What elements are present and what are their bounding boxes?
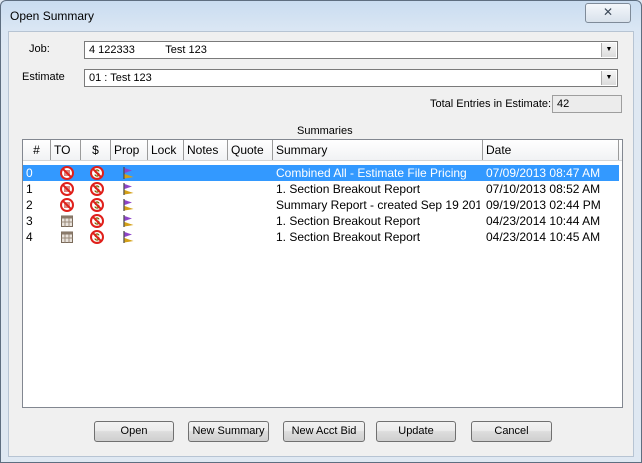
prohibited-dollar-icon: $ xyxy=(90,230,104,244)
update-button[interactable]: Update xyxy=(376,421,456,442)
job-value: 4 122333 Test 123 xyxy=(89,44,207,56)
close-icon: ✕ xyxy=(602,5,614,19)
calendar-icon xyxy=(60,230,74,244)
flag-icon xyxy=(121,166,135,180)
flag-icon xyxy=(121,182,135,196)
estimate-value: 01 : Test 123 xyxy=(89,72,152,84)
estimate-label: Estimate xyxy=(22,71,65,83)
row-number: 1 xyxy=(26,182,33,196)
cancel-button[interactable]: Cancel xyxy=(471,421,552,442)
prohibited-dollar-icon: $ xyxy=(90,214,104,228)
row-number: 2 xyxy=(26,198,33,212)
prohibited-dollar-icon: $ xyxy=(90,166,104,180)
list-header: # TO $ Prop Lock Notes Quote Summary Dat… xyxy=(23,140,622,161)
row-date: 09/19/2013 02:44 PM xyxy=(486,198,601,212)
prohibited-dollar-icon: $ xyxy=(90,182,104,196)
column-header-number[interactable]: # xyxy=(23,140,51,160)
table-row[interactable]: 3 $1. Section Breakout Report 04/23/2014 1… xyxy=(23,213,619,229)
new-summary-button[interactable]: New Summary xyxy=(188,421,269,442)
column-header-dollar[interactable]: $ xyxy=(81,140,111,160)
column-header-quote[interactable]: Quote xyxy=(228,140,273,160)
row-number: 3 xyxy=(26,214,33,228)
table-row[interactable]: 1 $1. Section Breakout Report 07/10/2013 0… xyxy=(23,181,619,197)
summaries-list[interactable]: # TO $ Prop Lock Notes Quote Summary Dat… xyxy=(22,139,623,408)
dialog-body: Job: 4 122333 Test 123 ▼ Estimate 01 : T… xyxy=(8,31,634,457)
table-row[interactable]: 2 $ Summary Report - created Sep 19 2013 09… xyxy=(23,197,619,213)
calendar-icon xyxy=(60,214,74,228)
prohibited-dollar-icon: $ xyxy=(90,198,104,212)
close-button[interactable]: ✕ xyxy=(585,3,631,23)
column-header-summary[interactable]: Summary xyxy=(273,140,483,160)
chevron-down-icon[interactable]: ▼ xyxy=(601,43,616,57)
row-summary: Summary Report - created Sep 19 2013 xyxy=(276,198,480,212)
row-number: 4 xyxy=(26,230,33,244)
summaries-caption: Summaries xyxy=(297,125,353,137)
column-header-notes[interactable]: Notes xyxy=(184,140,228,160)
chevron-down-icon[interactable]: ▼ xyxy=(601,71,616,85)
open-summary-window: Open Summary ✕ Job: 4 122333 Test 123 ▼ … xyxy=(0,0,642,463)
new-acct-bid-button[interactable]: New Acct Bid xyxy=(283,421,365,442)
row-date: 04/23/2014 10:45 AM xyxy=(486,230,601,244)
title-bar[interactable]: Open Summary ✕ xyxy=(1,1,641,31)
prohibited-icon xyxy=(60,182,74,196)
column-header-prop[interactable]: Prop xyxy=(111,140,148,160)
row-number: 0 xyxy=(26,166,33,180)
row-summary: 1. Section Breakout Report xyxy=(276,182,421,196)
estimate-dropdown[interactable]: 01 : Test 123 ▼ xyxy=(84,69,618,87)
column-header-to[interactable]: TO xyxy=(51,140,81,160)
open-button[interactable]: Open xyxy=(94,421,174,442)
row-date: 07/09/2013 08:47 AM xyxy=(486,166,601,180)
row-date: 04/23/2014 10:44 AM xyxy=(486,214,601,228)
column-header-date[interactable]: Date xyxy=(483,140,619,160)
flag-icon xyxy=(121,230,135,244)
row-summary: 1. Section Breakout Report xyxy=(276,230,421,244)
job-dropdown[interactable]: 4 122333 Test 123 ▼ xyxy=(84,41,618,59)
flag-icon xyxy=(121,198,135,212)
column-header-lock[interactable]: Lock xyxy=(148,140,184,160)
row-summary: Combined All - Estimate File Pricing xyxy=(276,166,467,180)
table-row[interactable]: 4 $1. Section Breakout Report 04/23/2014 1… xyxy=(23,229,619,245)
table-row[interactable]: 0 $ Combined All - Estimate File Pricing 07… xyxy=(23,165,619,181)
job-label: Job: xyxy=(29,43,50,55)
prohibited-icon xyxy=(60,198,74,212)
total-entries-field: 42 xyxy=(552,95,622,113)
window-title: Open Summary xyxy=(10,9,95,23)
prohibited-icon xyxy=(60,166,74,180)
row-summary: 1. Section Breakout Report xyxy=(276,214,421,228)
row-date: 07/10/2013 08:52 AM xyxy=(486,182,601,196)
total-entries-label: Total Entries in Estimate: xyxy=(430,98,552,110)
flag-icon xyxy=(121,214,135,228)
